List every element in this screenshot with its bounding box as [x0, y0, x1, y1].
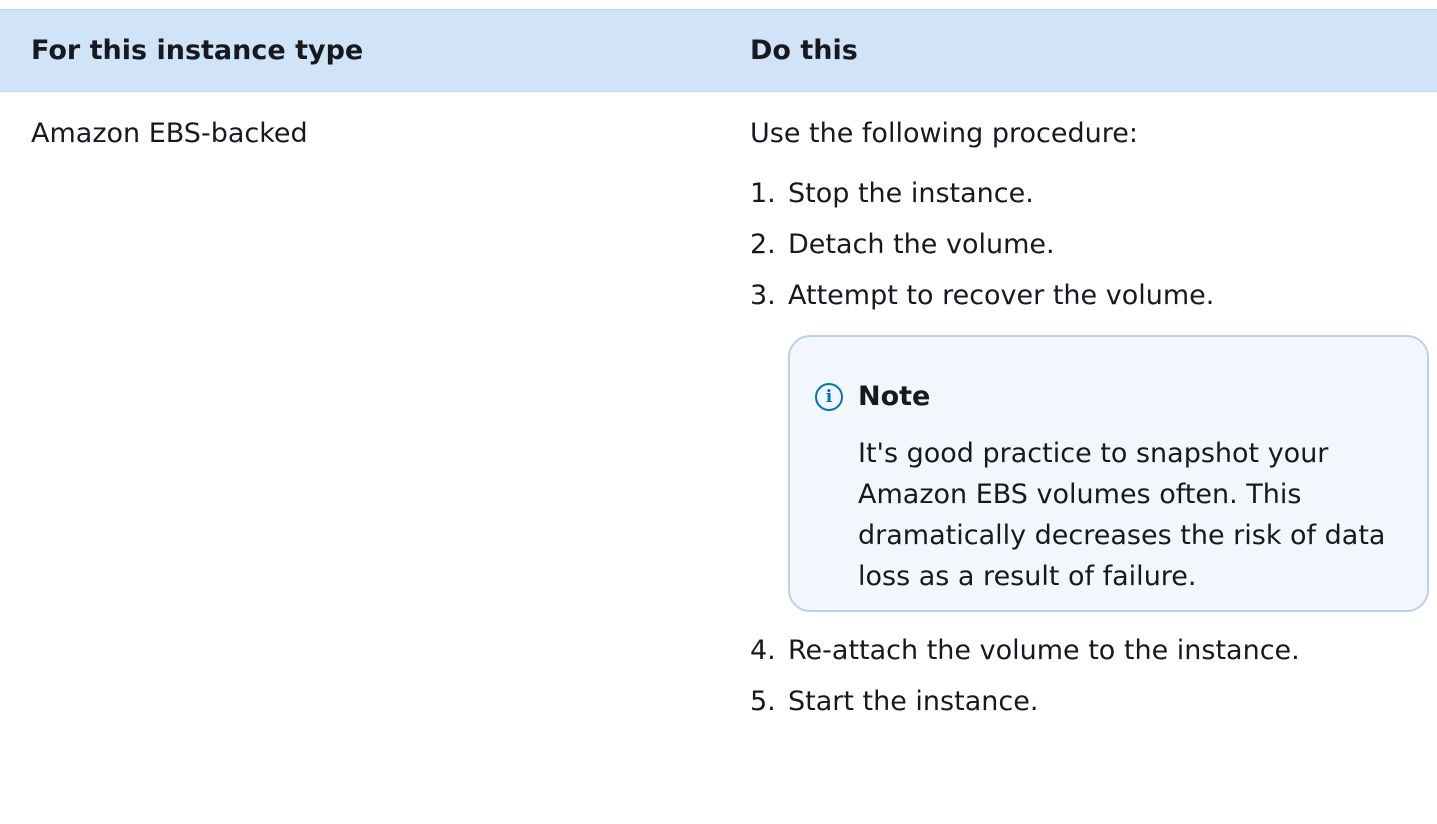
- procedure-steps: 1. Stop the instance. 2. Detach the volu…: [750, 174, 1430, 316]
- table-header-row: For this instance type Do this: [0, 9, 1437, 92]
- procedure-steps-continued: 4. Re-attach the volume to the instance.…: [750, 631, 1430, 722]
- step-text: Re-attach the volume to the instance.: [788, 635, 1300, 666]
- step-number: 1.: [750, 178, 776, 209]
- step-number: 5.: [750, 686, 776, 717]
- procedure-step-2: 2. Detach the volume.: [750, 225, 1430, 265]
- step-number: 4.: [750, 635, 776, 666]
- step-number: 3.: [750, 280, 776, 311]
- step-text: Stop the instance.: [788, 178, 1034, 209]
- note-body: It's good practice to snapshot your Amaz…: [858, 438, 1386, 592]
- step-text: Start the instance.: [788, 686, 1039, 717]
- instance-type-table: For this instance type Do this Amazon EB…: [0, 0, 1437, 824]
- procedure-step-1: 1. Stop the instance.: [750, 174, 1430, 214]
- procedure-step-3: 3. Attempt to recover the volume.: [750, 276, 1430, 316]
- note-header: i Note: [815, 377, 930, 417]
- procedure-step-4: 4. Re-attach the volume to the instance.: [750, 631, 1430, 671]
- step-text: Attempt to recover the volume.: [788, 280, 1215, 311]
- note-callout: i Note It's good practice to snapshot yo…: [788, 335, 1429, 612]
- do-this-cell: Use the following procedure: 1. Stop the…: [750, 114, 1430, 733]
- column-header-do-this: Do this: [750, 35, 858, 66]
- procedure-intro: Use the following procedure:: [750, 118, 1138, 149]
- procedure-step-5: 5. Start the instance.: [750, 682, 1430, 722]
- note-title: Note: [858, 381, 931, 412]
- step-number: 2.: [750, 229, 776, 260]
- column-header-instance-type: For this instance type: [31, 35, 364, 66]
- info-icon: i: [815, 383, 843, 411]
- instance-type-cell: Amazon EBS-backed: [31, 118, 308, 149]
- step-text: Detach the volume.: [788, 229, 1055, 260]
